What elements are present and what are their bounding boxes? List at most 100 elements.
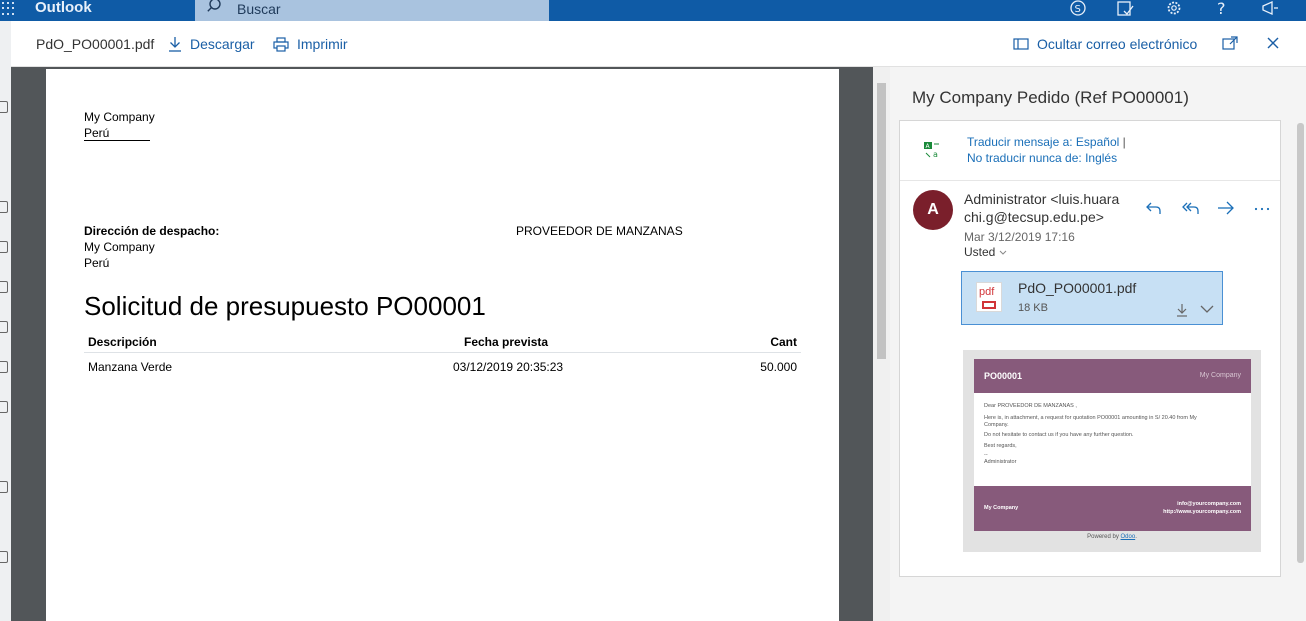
app-brand[interactable]: Outlook (35, 0, 92, 16)
preview-footer: My Company info@yourcompany.com http://w… (974, 486, 1251, 531)
preview-footer-email: info@yourcompany.com (1177, 501, 1241, 507)
svg-text:a: a (933, 150, 938, 158)
preview-signature: Administrator (984, 459, 1017, 465)
gear-icon[interactable] (1164, 0, 1184, 18)
nav-icon[interactable] (0, 201, 8, 213)
reply-all-icon[interactable] (1181, 200, 1199, 216)
preview-company-logo: My Company (1199, 372, 1241, 379)
divider (900, 180, 1280, 181)
close-icon[interactable] (1266, 36, 1280, 50)
hide-email-button[interactable]: Ocultar correo electrónico (1013, 36, 1197, 52)
shipping-country: Perú (84, 256, 110, 270)
waffle-icon[interactable] (2, 2, 14, 16)
skype-icon[interactable]: S (1068, 0, 1088, 18)
preview-header: PO00001 My Company (974, 359, 1251, 393)
pdf-scrollbar-thumb[interactable] (877, 83, 886, 359)
nav-icon[interactable] (0, 401, 8, 413)
powered-by-text: Powered by (1087, 534, 1121, 540)
nav-icon[interactable] (0, 361, 8, 373)
forward-icon[interactable] (1217, 200, 1235, 216)
attachment-viewer-header: PdO_PO00001.pdf Descargar Imprimir Ocult… (11, 21, 1306, 67)
company-underline (84, 140, 150, 141)
print-button[interactable]: Imprimir (273, 36, 348, 52)
attachment-name: PdO_PO00001.pdf (1018, 280, 1137, 296)
translate-icon: A a (924, 142, 939, 158)
download-label: Descargar (190, 36, 255, 52)
preview-greeting: Dear PROVEEDOR DE MANZANAS , (984, 403, 1077, 409)
pdf-scrollbar[interactable] (873, 67, 890, 621)
nav-icon[interactable] (0, 281, 8, 293)
nav-icon[interactable] (0, 101, 8, 113)
attachment-size: 18 KB (1018, 302, 1048, 314)
column-header-date: Fecha prevista (464, 335, 549, 349)
shipping-company: My Company (84, 240, 155, 254)
pdf-page: My Company Perú Dirección de despacho: M… (46, 69, 839, 621)
outlook-topbar: Outlook Buscar S ? (0, 0, 1306, 21)
column-header-qty: Cant (770, 335, 797, 349)
email-subject: My Company Pedido (Ref PO00001) (912, 88, 1189, 107)
help-icon[interactable]: ? (1212, 0, 1232, 18)
preview-line: Company. (984, 422, 1009, 428)
download-icon[interactable] (1176, 303, 1188, 317)
recipient-label: Usted (964, 245, 996, 259)
chevron-down-icon[interactable] (1200, 305, 1214, 314)
nav-icon[interactable] (0, 321, 8, 333)
viewer-file-name: PdO_PO00001.pdf (36, 36, 155, 52)
pdf-icon-label: pdf (979, 286, 995, 298)
print-icon (273, 36, 289, 52)
document-title: Solicitud de presupuesto PO00001 (84, 291, 486, 321)
download-icon (169, 37, 181, 52)
pdf-viewer[interactable]: My Company Perú Dirección de despacho: M… (11, 67, 873, 621)
translate-separator: | (1119, 135, 1126, 149)
reply-icon[interactable] (1145, 200, 1163, 216)
search-placeholder: Buscar (237, 1, 281, 17)
preview-reference: PO00001 (984, 371, 1023, 381)
hide-email-label: Ocultar correo electrónico (1037, 36, 1198, 52)
megaphone-icon[interactable] (1260, 0, 1280, 18)
nav-icon[interactable] (0, 481, 8, 493)
preview-body: Dear PROVEEDOR DE MANZANAS , Here is, in… (974, 393, 1251, 486)
search-icon (207, 0, 221, 12)
table-row: Manzana Verde 03/12/2019 20:35:23 50.000 (84, 360, 801, 378)
popout-icon[interactable] (1222, 36, 1238, 50)
vendor-name: PROVEEDOR DE MANZANAS (516, 224, 683, 238)
company-country: Perú (84, 126, 110, 140)
attachment-card[interactable]: pdf PdO_PO00001.pdf 18 KB (961, 271, 1223, 325)
email-pane-scrollbar[interactable] (1297, 123, 1304, 563)
preview-line: Here is, in attachment, a request for qu… (984, 415, 1197, 421)
column-header-description: Descripción (88, 335, 157, 349)
svg-text:S: S (1075, 4, 1081, 15)
table-header: Descripción Fecha prevista Cant (84, 335, 801, 353)
pdf-icon: pdf (976, 282, 1002, 312)
nav-icon[interactable] (0, 551, 8, 563)
email-pane: My Company Pedido (Ref PO00001) A a Trad… (890, 67, 1306, 621)
more-icon[interactable] (1253, 200, 1271, 216)
cell-description: Manzana Verde (88, 360, 173, 374)
svg-text:?: ? (1217, 0, 1226, 18)
sender-address[interactable]: Administrator <luis.huarachi.g@tecsup.ed… (964, 190, 1124, 226)
translate-link[interactable]: Traducir mensaje a: Español (967, 135, 1119, 149)
chevron-down-icon (999, 250, 1007, 255)
preview-footer-web: http://www.yourcompany.com (1163, 509, 1241, 515)
never-translate-link[interactable]: No traducir nunca de: Inglés (967, 151, 1117, 165)
company-name: My Company (84, 110, 155, 124)
nav-icon[interactable] (0, 241, 8, 253)
search-box[interactable]: Buscar (195, 0, 549, 21)
odoo-link[interactable]: Odoo (1121, 534, 1136, 540)
preview-line: Do not hesitate to contact us if you hav… (984, 432, 1134, 438)
message-date: Mar 3/12/2019 17:16 (964, 230, 1075, 244)
avatar[interactable]: A (913, 190, 953, 230)
cell-date: 03/12/2019 20:35:23 (453, 360, 564, 374)
powered-by: Powered by Odoo. (963, 534, 1261, 540)
download-button[interactable]: Descargar (168, 36, 255, 52)
message-card: A a Traducir mensaje a: Español | No tra… (899, 120, 1281, 577)
email-body-preview: PO00001 My Company Dear PROVEEDOR DE MAN… (963, 350, 1261, 552)
print-label: Imprimir (297, 36, 348, 52)
preview-footer-company: My Company (984, 505, 1019, 511)
powered-by-end: . (1135, 534, 1137, 540)
tasks-icon[interactable] (1116, 0, 1136, 18)
left-navigation-strip (0, 21, 11, 621)
shipping-label: Dirección de despacho: (84, 224, 220, 238)
recipient[interactable]: Usted (964, 245, 1007, 259)
message-actions (1145, 200, 1271, 216)
